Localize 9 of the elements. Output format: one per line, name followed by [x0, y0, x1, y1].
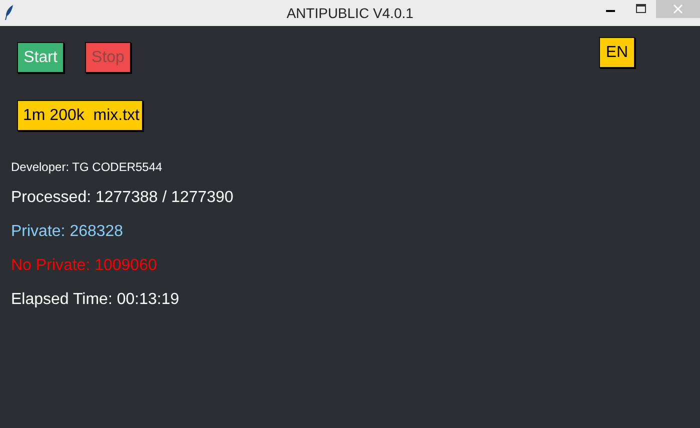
- stat-label: Private: 268328: [11, 222, 124, 241]
- developer-label: Developer: TG CODER5544: [11, 160, 162, 174]
- window-title: ANTIPUBLIC V4.0.1: [286, 5, 414, 21]
- stat-label: Processed: 1277388 / 1277390: [11, 188, 234, 207]
- file-button[interactable]: 1m 200k mix.txt: [17, 100, 143, 131]
- stat-label: No Private: 1009060: [11, 256, 157, 275]
- stat-label: Elapsed Time: 00:13:19: [11, 290, 180, 309]
- feather-icon: [4, 5, 14, 21]
- language-button[interactable]: EN: [599, 37, 635, 68]
